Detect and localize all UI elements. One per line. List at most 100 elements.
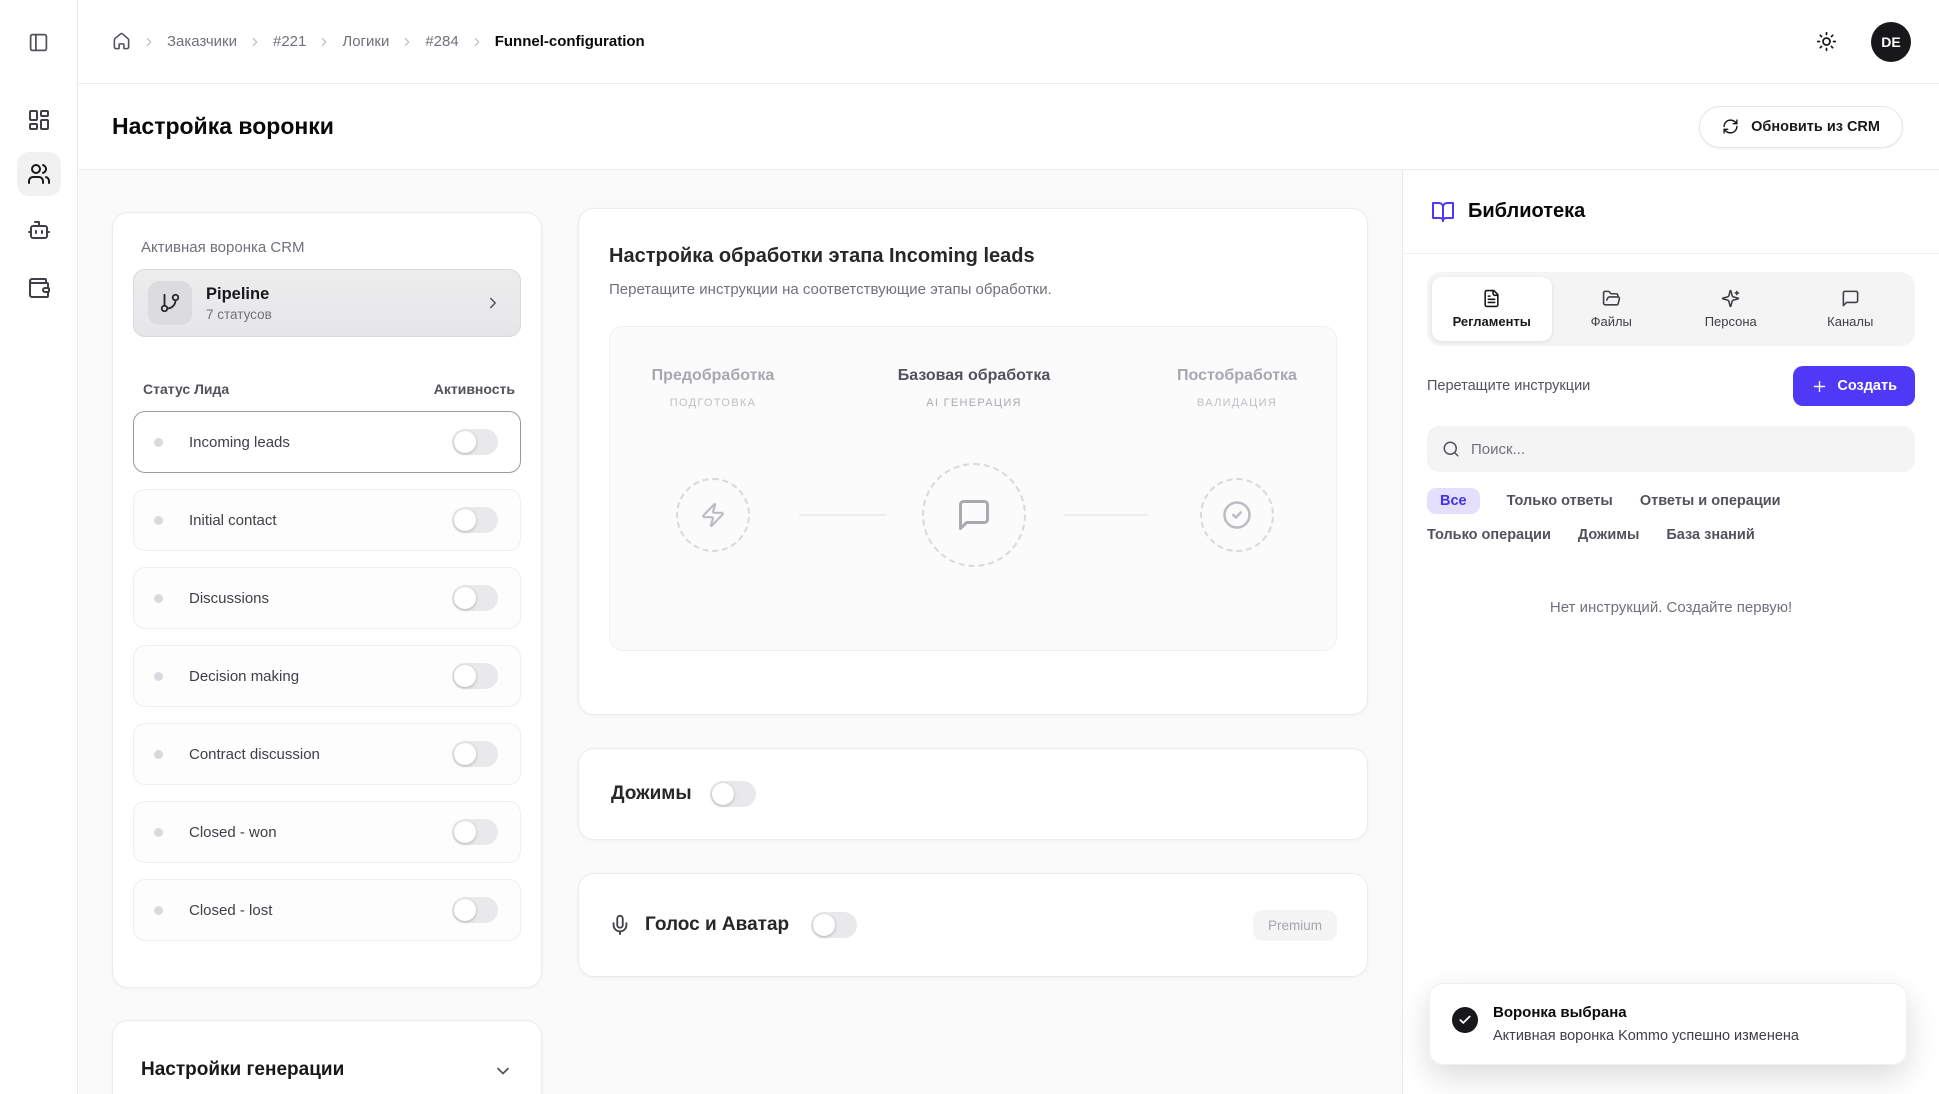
breadcrumb-item[interactable]: #284 — [425, 33, 458, 50]
status-toggle[interactable] — [452, 429, 498, 455]
status-row-initial-contact[interactable]: Initial contact — [133, 489, 521, 551]
status-row-incoming-leads[interactable]: Incoming leads — [133, 411, 521, 473]
stage-connector — [799, 514, 887, 516]
stage-base-processing: Базовая обработка AI ГЕНЕРАЦИЯ — [854, 365, 1094, 409]
tab-label: Персона — [1705, 314, 1757, 329]
stage-subtitle: ПОДГОТОВКА — [593, 397, 833, 409]
tab-channels[interactable]: Каналы — [1791, 277, 1911, 341]
pipeline-name: Pipeline — [206, 285, 272, 304]
toast-title: Воронка выбрана — [1493, 1004, 1799, 1021]
home-icon[interactable] — [112, 32, 131, 51]
status-row-decision-making[interactable]: Decision making — [133, 645, 521, 707]
followups-toggle[interactable] — [710, 781, 756, 807]
status-row-closed-won[interactable]: Closed - won — [133, 801, 521, 863]
drag-hint: Перетащите инструкции — [1427, 378, 1590, 394]
tab-persona[interactable]: Персона — [1671, 277, 1791, 341]
status-label: Contract discussion — [189, 746, 320, 763]
stage-panel-title: Настройка обработки этапа Incoming leads — [609, 245, 1337, 268]
git-branch-icon — [148, 281, 192, 325]
filter-answers-only[interactable]: Только ответы — [1507, 493, 1613, 509]
preprocessing-dropzone[interactable] — [676, 478, 750, 552]
nav-item-customers[interactable] — [17, 152, 61, 196]
filter-followups[interactable]: Дожимы — [1578, 527, 1639, 543]
status-row-closed-lost[interactable]: Closed - lost — [133, 879, 521, 941]
sun-icon — [1816, 31, 1837, 52]
tab-label: Регламенты — [1453, 314, 1531, 329]
file-text-icon — [1482, 289, 1501, 308]
pipeline-selector[interactable]: Pipeline 7 статусов — [133, 269, 521, 337]
users-icon — [27, 162, 51, 186]
voice-avatar-panel: Голос и Аватар Premium — [578, 873, 1368, 977]
zap-icon — [700, 502, 726, 528]
refresh-from-crm-button[interactable]: Обновить из CRM — [1699, 106, 1903, 148]
nav-item-billing[interactable] — [17, 266, 61, 310]
chevron-right-icon — [470, 35, 484, 49]
chevron-right-icon — [142, 35, 156, 49]
tab-reglamenty[interactable]: Регламенты — [1432, 277, 1552, 341]
generation-settings-panel[interactable]: Настройки генерации — [112, 1020, 542, 1094]
nav-item-dashboard[interactable] — [17, 98, 61, 142]
status-toggle[interactable] — [452, 897, 498, 923]
chevron-right-icon — [248, 35, 262, 49]
status-dot-icon — [154, 516, 163, 525]
status-toggle[interactable] — [452, 819, 498, 845]
empty-state-text: Нет инструкций. Создайте первую! — [1427, 599, 1915, 616]
status-toggle[interactable] — [452, 741, 498, 767]
filter-knowledge-base[interactable]: База знаний — [1666, 527, 1754, 543]
library-title: Библиотека — [1468, 200, 1585, 223]
followups-title: Дожимы — [611, 783, 692, 805]
followups-panel: Дожимы — [578, 748, 1368, 840]
status-list-header: Статус Лида Активность — [143, 381, 515, 397]
tab-files[interactable]: Файлы — [1552, 277, 1672, 341]
search-input[interactable] — [1471, 441, 1900, 458]
topbar: Заказчики #221 Логики #284 Funnel-config… — [78, 0, 1939, 84]
postprocessing-dropzone[interactable] — [1200, 478, 1274, 552]
breadcrumb-item[interactable]: #221 — [273, 33, 306, 50]
base-processing-dropzone[interactable] — [922, 463, 1026, 567]
status-dot-icon — [154, 906, 163, 915]
stage-connector — [1064, 514, 1148, 516]
dashboard-icon — [27, 108, 51, 132]
sidebar-toggle-button[interactable] — [17, 20, 61, 64]
create-button-label: Создать — [1837, 378, 1897, 394]
status-toggle[interactable] — [452, 507, 498, 533]
stage-subtitle: AI ГЕНЕРАЦИЯ — [854, 397, 1094, 409]
status-row-contract-discussion[interactable]: Contract discussion — [133, 723, 521, 785]
content: Активная воронка CRM Pipeline 7 статусов… — [78, 170, 1939, 1094]
status-label: Closed - lost — [189, 902, 272, 919]
filter-operations-only[interactable]: Только операции — [1427, 527, 1551, 543]
nav-item-bots[interactable] — [17, 208, 61, 252]
status-label: Decision making — [189, 668, 299, 685]
page-title: Настройка воронки — [112, 113, 334, 140]
status-dot-icon — [154, 438, 163, 447]
breadcrumb-item[interactable]: Заказчики — [167, 33, 237, 50]
wallet-icon — [27, 276, 51, 300]
active-funnel-label: Активная воронка CRM — [141, 239, 521, 256]
search-icon — [1442, 440, 1460, 458]
mic-icon — [609, 914, 631, 936]
library-panel: Библиотека Регламенты Файлы Персона Ка — [1402, 170, 1939, 1094]
stage-title: Предобработка — [593, 365, 833, 387]
status-label: Discussions — [189, 590, 269, 607]
theme-toggle-button[interactable] — [1816, 31, 1837, 52]
filter-all[interactable]: Все — [1427, 488, 1480, 514]
chevron-down-icon — [493, 1061, 513, 1081]
avatar[interactable]: DE — [1871, 22, 1911, 62]
status-dot-icon — [154, 594, 163, 603]
stage-title: Постобработка — [1117, 365, 1357, 387]
active-funnel-panel: Активная воронка CRM Pipeline 7 статусов… — [112, 212, 542, 988]
status-toggle[interactable] — [452, 663, 498, 689]
status-row-discussions[interactable]: Discussions — [133, 567, 521, 629]
tab-label: Файлы — [1591, 314, 1632, 329]
voice-avatar-toggle[interactable] — [811, 912, 857, 938]
toast-notification: Воронка выбрана Активная воронка Kommo у… — [1429, 983, 1907, 1065]
filter-answers-operations[interactable]: Ответы и операции — [1640, 493, 1781, 509]
folder-open-icon — [1602, 289, 1621, 308]
column-activity-label: Активность — [434, 381, 515, 397]
breadcrumb-item[interactable]: Логики — [342, 33, 389, 50]
bot-icon — [27, 218, 51, 242]
create-button[interactable]: Создать — [1793, 366, 1915, 406]
status-toggle[interactable] — [452, 585, 498, 611]
breadcrumb: Заказчики #221 Логики #284 Funnel-config… — [112, 32, 645, 51]
chevron-right-icon — [484, 294, 502, 312]
